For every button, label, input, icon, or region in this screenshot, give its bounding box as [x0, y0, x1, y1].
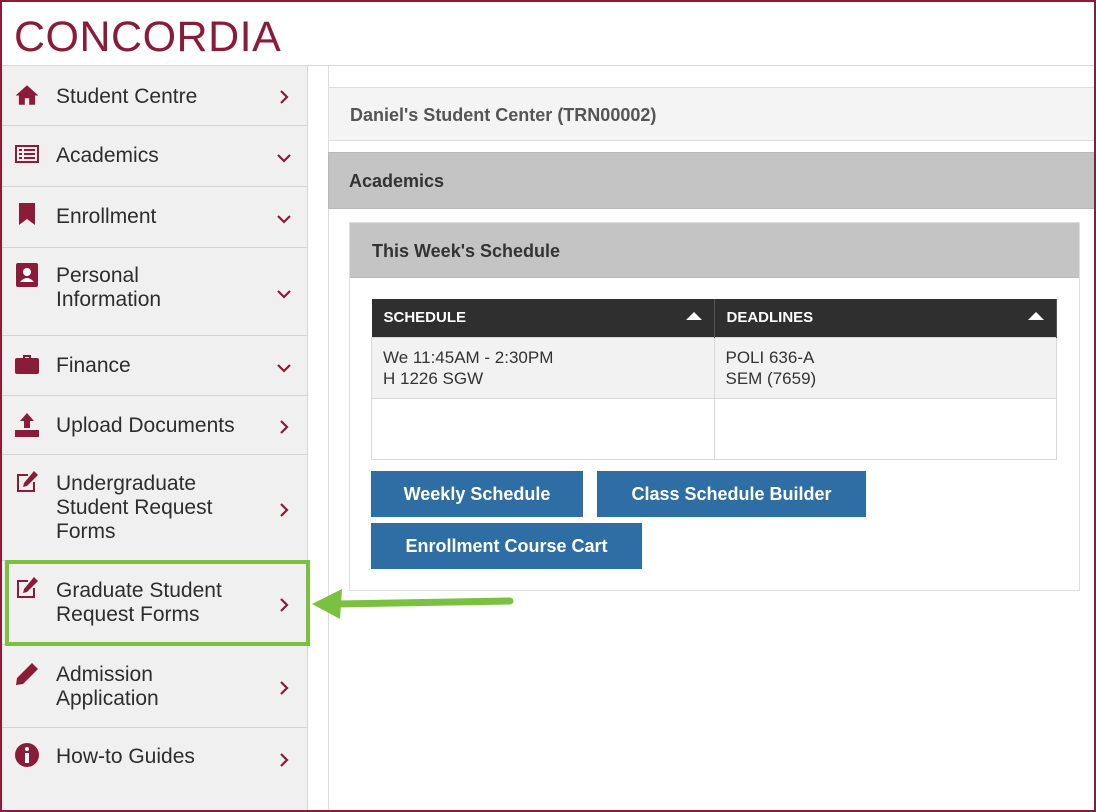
- sidebar-item-label: Student Centre: [56, 85, 198, 108]
- schedule-panel-header[interactable]: This Week's Schedule: [350, 223, 1079, 278]
- sidebar-item-finance[interactable]: Finance: [2, 336, 308, 396]
- schedule-cell: We 11:45AM - 2:30PM H 1226 SGW: [371, 336, 715, 399]
- page-title-bar: Daniel's Student Center (TRN00002): [328, 87, 1094, 141]
- sort-up-icon[interactable]: [685, 312, 702, 320]
- sort-up-icon[interactable]: [1028, 312, 1044, 320]
- concordia-logo[interactable]: CONCORDIA: [14, 13, 281, 61]
- chevron-down-icon: [276, 360, 292, 376]
- schedule-panel-title: This Week's Schedule: [372, 241, 561, 261]
- highlight-box: [5, 560, 310, 646]
- sidebar-item-label: How-to Guides: [56, 745, 195, 768]
- sidebar-item-label: Personal Information: [56, 264, 162, 311]
- sidebar-item-academics[interactable]: Academics: [2, 126, 308, 187]
- chevron-down-icon: [276, 211, 292, 227]
- schedule-column-header[interactable]: SCHEDULE: [371, 299, 715, 337]
- bookmark-icon: [14, 201, 40, 227]
- sidebar-item-admission-application[interactable]: Admission Application: [2, 645, 308, 728]
- home-icon: [14, 82, 40, 108]
- sidebar-item-enrollment[interactable]: Enrollment: [2, 187, 308, 248]
- sidebar-item-upload-documents[interactable]: Upload Documents: [2, 396, 308, 455]
- chevron-down-icon: [276, 150, 292, 166]
- edit-icon: [14, 469, 40, 495]
- enrollment-course-cart-button[interactable]: Enrollment Course Cart: [371, 523, 642, 569]
- deadline-cell: [713, 397, 1057, 460]
- deadline-cell: POLI 636-A SEM (7659): [713, 336, 1057, 399]
- top-header: CONCORDIA: [2, 2, 1094, 66]
- sidebar-item-personal-information[interactable]: Personal Information: [2, 248, 308, 336]
- class-schedule-builder-button[interactable]: Class Schedule Builder: [597, 471, 866, 517]
- briefcase-icon: [14, 351, 40, 377]
- pointer-arrow-icon: [312, 589, 514, 619]
- academics-section-header[interactable]: Academics: [328, 152, 1094, 209]
- sidebar-item-undergraduate-student-request-forms[interactable]: Undergraduate Student Request Forms: [2, 455, 308, 561]
- section-title: Academics: [349, 171, 445, 191]
- deadlines-column-header[interactable]: DEADLINES: [714, 299, 1057, 337]
- sidebar-nav: Student Centre Academics Enrollment Pers…: [2, 66, 308, 810]
- chevron-right-icon: [276, 419, 292, 435]
- chevron-right-icon: [276, 680, 292, 696]
- chevron-down-icon: [276, 286, 292, 302]
- schedule-cell: [371, 397, 715, 460]
- table-row: We 11:45AM - 2:30PM H 1226 SGW POLI 636-…: [371, 336, 1057, 399]
- chevron-right-icon: [276, 752, 292, 768]
- list-icon: [14, 141, 40, 167]
- table-row: [371, 397, 1057, 460]
- sidebar-item-label: Upload Documents: [56, 414, 235, 437]
- sidebar-item-student-centre[interactable]: Student Centre: [2, 66, 308, 126]
- sidebar-item-label: Undergraduate Student Request Forms: [56, 472, 213, 543]
- weekly-schedule-button[interactable]: Weekly Schedule: [371, 471, 583, 517]
- pencil-icon: [14, 661, 40, 687]
- chevron-right-icon: [276, 502, 292, 518]
- sidebar-item-label: Finance: [56, 354, 131, 377]
- contact-book-icon: [14, 262, 40, 288]
- page-title: Daniel's Student Center (TRN00002): [350, 105, 657, 125]
- sidebar-item-label: Enrollment: [56, 205, 157, 228]
- schedule-table: SCHEDULE DEADLINES We 11:45AM - 2:30PM H…: [371, 299, 1057, 460]
- chevron-right-icon: [276, 89, 292, 105]
- sidebar-item-label: Admission Application: [56, 663, 159, 710]
- sidebar-item-how-to-guides[interactable]: How-to Guides: [2, 728, 308, 788]
- upload-icon: [14, 412, 40, 438]
- sidebar-item-label: Academics: [56, 144, 159, 167]
- info-icon: [14, 742, 40, 768]
